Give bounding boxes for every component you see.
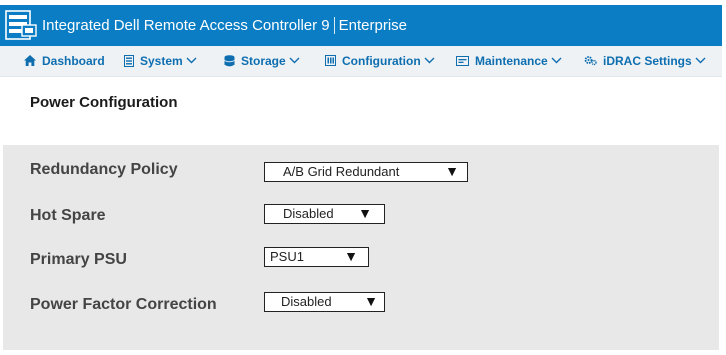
nav-maintenance-label: Maintenance <box>475 54 548 68</box>
hot-spare-label: Hot Spare <box>30 207 106 224</box>
idrac-logo-icon <box>5 10 37 40</box>
maintenance-icon <box>456 55 469 66</box>
nav-dashboard-label: Dashboard <box>42 54 105 68</box>
nav-configuration[interactable]: Configuration <box>325 46 435 76</box>
page-title: Power Configuration <box>30 94 178 111</box>
chevron-down-icon <box>695 57 706 64</box>
power-factor-correction-value: Disabled <box>281 294 332 309</box>
primary-psu-select[interactable]: PSU1 ▼ <box>264 247 369 267</box>
edition-label: Enterprise <box>338 17 408 34</box>
nav-system[interactable]: System <box>124 46 197 76</box>
app-title-text: Integrated Dell Remote Access Controller… <box>42 17 330 34</box>
power-factor-correction-label: Power Factor Correction <box>30 296 217 313</box>
nav-storage-label: Storage <box>241 54 286 68</box>
dropdown-arrow-icon: ▼ <box>364 293 378 309</box>
chevron-down-icon <box>289 57 300 64</box>
primary-psu-value: PSU1 <box>270 249 304 264</box>
gears-icon <box>584 56 597 66</box>
nav-idrac-settings-label: iDRAC Settings <box>603 54 692 68</box>
redundancy-policy-value: A/B Grid Redundant <box>283 164 400 179</box>
nav-storage[interactable]: Storage <box>224 46 300 76</box>
app-title: Integrated Dell Remote Access Controller… <box>42 5 407 46</box>
hot-spare-value: Disabled <box>283 206 334 221</box>
redundancy-policy-select[interactable]: A/B Grid Redundant ▼ <box>264 162 468 182</box>
dropdown-arrow-icon: ▼ <box>358 205 372 221</box>
chevron-down-icon <box>424 57 435 64</box>
home-icon <box>24 55 36 67</box>
dropdown-arrow-icon: ▼ <box>344 248 358 264</box>
hot-spare-select[interactable]: Disabled ▼ <box>264 204 385 224</box>
dropdown-arrow-icon: ▼ <box>445 163 459 179</box>
chevron-down-icon <box>551 57 562 64</box>
title-bar: Integrated Dell Remote Access Controller… <box>0 5 722 46</box>
configuration-icon <box>325 55 336 67</box>
primary-psu-label: Primary PSU <box>30 251 127 268</box>
main-nav: Dashboard System Storage Configuration M… <box>0 46 722 77</box>
nav-maintenance[interactable]: Maintenance <box>456 46 562 76</box>
nav-system-label: System <box>140 54 183 68</box>
server-icon <box>124 54 134 67</box>
database-icon <box>224 55 235 67</box>
power-factor-correction-select[interactable]: Disabled ▼ <box>264 292 385 312</box>
nav-dashboard[interactable]: Dashboard <box>24 46 105 76</box>
nav-configuration-label: Configuration <box>342 54 421 68</box>
title-separator <box>333 16 335 34</box>
nav-idrac-settings[interactable]: iDRAC Settings <box>584 46 706 76</box>
chevron-down-icon <box>186 57 197 64</box>
redundancy-policy-label: Redundancy Policy <box>30 161 178 178</box>
